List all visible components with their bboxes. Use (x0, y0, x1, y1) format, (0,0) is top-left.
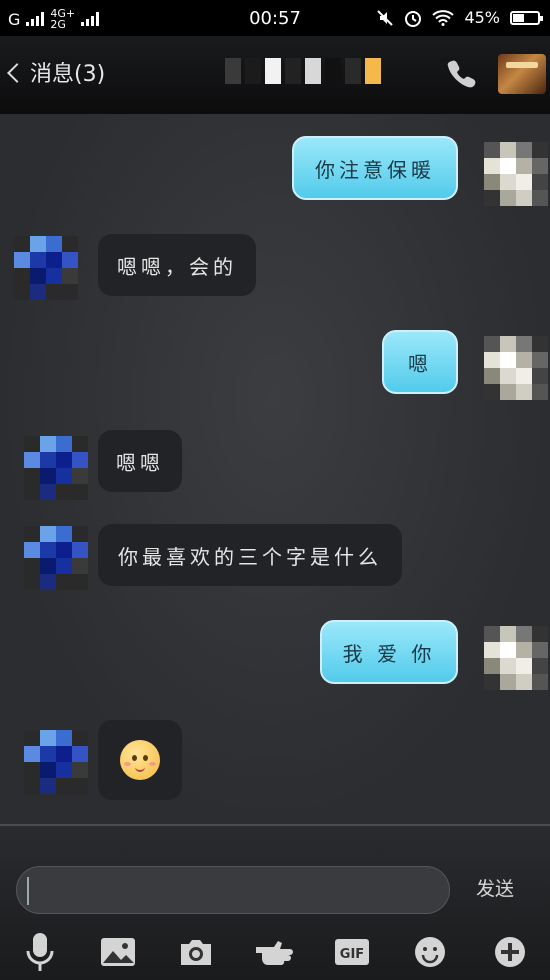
message-text: 嗯嗯，会的 (117, 254, 237, 279)
message-bubble-incoming[interactable]: 嗯嗯，会的 (98, 234, 256, 296)
status-bar: G 4G+ 2G 00:57 45% (0, 0, 550, 36)
message-bubble-incoming[interactable]: 嗯嗯 (98, 430, 182, 492)
microphone-icon[interactable] (20, 932, 60, 972)
plus-icon[interactable] (490, 932, 530, 972)
message-bubble-incoming[interactable]: 你最喜欢的三个字是什么 (98, 524, 402, 586)
phone-icon[interactable] (444, 56, 478, 90)
nav-bar: 消息(3) (0, 36, 550, 114)
input-area: 发送 GIF (0, 824, 550, 980)
back-button[interactable]: 消息(3) (7, 56, 106, 88)
shy-smile-emoji-icon (120, 740, 160, 780)
battery-percent: 45% (464, 8, 500, 27)
alarm-icon (405, 10, 422, 27)
message-bubble-outgoing[interactable]: 嗯 (382, 330, 458, 394)
toolbar: GIF (0, 926, 550, 980)
back-label: 消息(3) (30, 62, 106, 87)
message-text: 你最喜欢的三个字是什么 (118, 544, 382, 569)
message-bubble-incoming[interactable] (98, 720, 182, 800)
contact-avatar[interactable] (24, 730, 88, 794)
contact-avatar[interactable] (24, 436, 88, 500)
send-button[interactable]: 发送 (476, 874, 514, 901)
text-caret (27, 877, 29, 905)
image-icon[interactable] (98, 932, 138, 972)
camera-icon[interactable] (176, 932, 216, 972)
message-text: 嗯嗯 (116, 450, 164, 475)
emoji-icon[interactable] (410, 932, 450, 972)
contact-name-pixelated (225, 58, 381, 84)
message-text: 嗯 (408, 351, 432, 376)
contact-profile-icon[interactable] (498, 54, 546, 94)
chat-area[interactable]: 你注意保暖 嗯嗯，会的 嗯 嗯嗯 你最喜欢的三个字是什么 我 爱 你 (0, 114, 550, 824)
wifi-icon (432, 9, 455, 26)
message-text: 我 爱 你 (342, 641, 436, 666)
self-avatar[interactable] (484, 626, 548, 690)
chevron-left-icon (7, 63, 27, 83)
self-avatar[interactable] (484, 142, 548, 206)
battery-icon (510, 10, 543, 25)
message-text: 你注意保暖 (315, 157, 435, 182)
contact-avatar[interactable] (14, 236, 78, 300)
message-bubble-outgoing[interactable]: 你注意保暖 (292, 136, 458, 200)
message-input[interactable] (16, 866, 450, 914)
self-avatar[interactable] (484, 336, 548, 400)
contact-avatar[interactable] (24, 526, 88, 590)
message-bubble-outgoing[interactable]: 我 爱 你 (320, 620, 458, 684)
mute-icon (377, 9, 394, 26)
gif-label: GIF (340, 947, 364, 962)
gif-icon[interactable]: GIF (332, 932, 372, 972)
poke-icon[interactable] (254, 932, 294, 972)
